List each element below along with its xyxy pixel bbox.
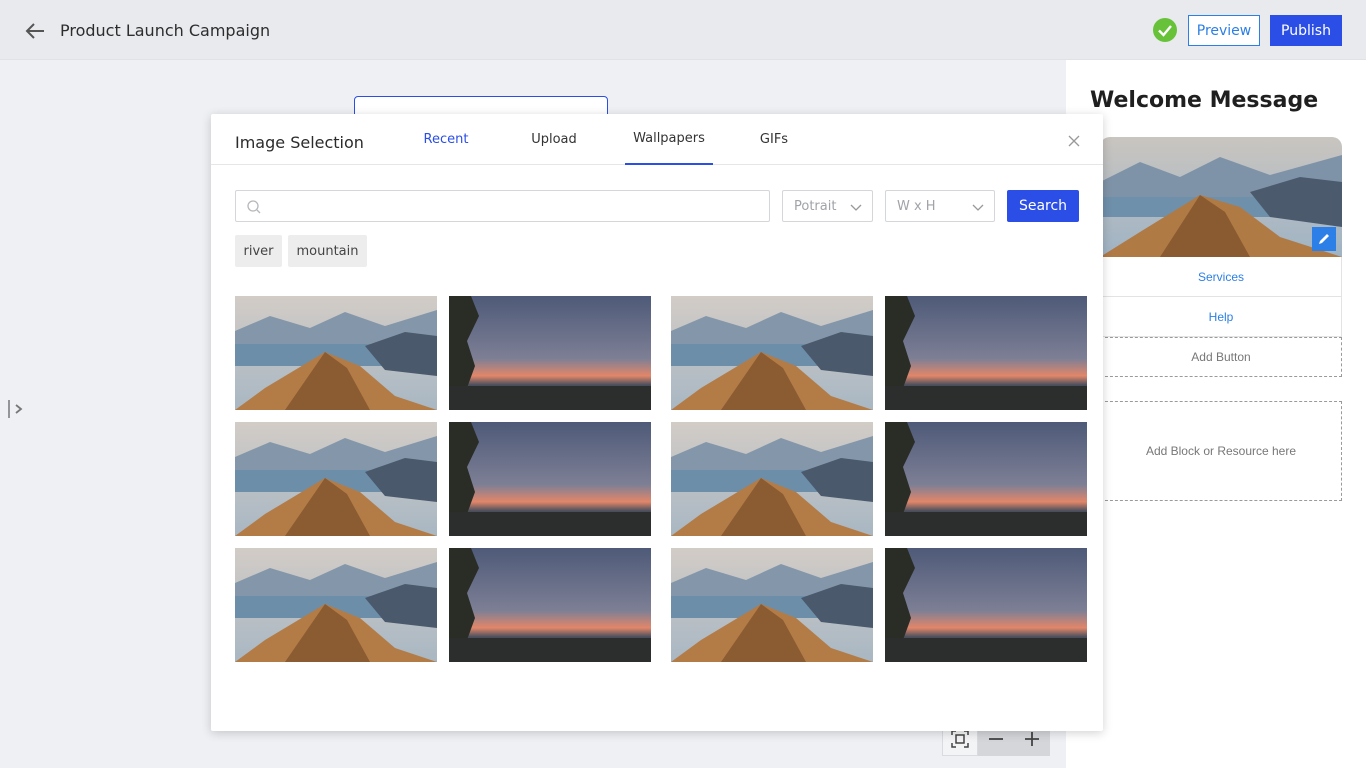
help-link[interactable]: Help [1100,297,1342,337]
image-thumbnail-mountain-lake[interactable] [671,422,873,536]
page-title: Product Launch Campaign [60,21,271,40]
size-select-value: W x H [897,198,936,214]
modal-title: Image Selection [235,133,364,152]
modal-tabs: Image Selection Recent Upload Wallpapers… [211,114,1103,165]
tag-mountain[interactable]: mountain [288,235,367,267]
sidebar-title: Welcome Message [1090,88,1319,113]
properties-sidebar: Welcome Message Services Help Add Button… [1066,60,1366,768]
image-thumbnail-mountain-lake[interactable] [671,296,873,410]
back-arrow-icon[interactable] [24,20,46,42]
top-bar: Product Launch Campaign Preview Publish [0,0,1366,60]
services-link[interactable]: Services [1100,257,1342,297]
tag-river[interactable]: river [235,235,282,267]
image-thumbnail-sunset-lake[interactable] [885,296,1087,410]
publish-button[interactable]: Publish [1270,15,1342,46]
add-block-area[interactable]: Add Block or Resource here [1100,401,1342,501]
search-button[interactable]: Search [1007,190,1079,222]
orientation-select[interactable]: Potrait [782,190,873,222]
tab-wallpapers[interactable]: Wallpapers [625,114,713,165]
tab-gifs[interactable]: GIFs [739,114,809,165]
image-thumbnail-mountain-lake[interactable] [671,548,873,662]
add-button[interactable]: Add Button [1100,337,1342,377]
image-thumbnail-sunset-lake[interactable] [449,422,651,536]
image-thumbnail-mountain-lake[interactable] [235,422,437,536]
close-icon[interactable] [1068,135,1080,147]
search-input[interactable] [270,191,765,221]
size-select[interactable]: W x H [885,190,995,222]
search-field [235,190,770,222]
image-thumbnail-sunset-lake[interactable] [885,422,1087,536]
chevron-down-icon [972,204,984,211]
orientation-select-value: Potrait [794,198,837,214]
chevron-down-icon [850,204,862,211]
image-thumbnail-sunset-lake[interactable] [449,296,651,410]
image-thumbnail-sunset-lake[interactable] [449,548,651,662]
panel-toggle-icon[interactable] [7,398,27,420]
preview-button[interactable]: Preview [1188,15,1260,46]
search-icon [247,200,261,214]
check-icon [1153,18,1177,42]
image-thumbnail-sunset-lake[interactable] [885,548,1087,662]
image-thumbnail-mountain-lake[interactable] [235,296,437,410]
card-image [1100,137,1342,257]
image-thumbnail-mountain-lake[interactable] [235,548,437,662]
image-selection-modal: Image Selection Recent Upload Wallpapers… [211,114,1103,731]
tab-recent[interactable]: Recent [411,114,481,165]
edit-pencil-icon[interactable] [1312,227,1336,251]
tab-upload[interactable]: Upload [519,114,589,165]
